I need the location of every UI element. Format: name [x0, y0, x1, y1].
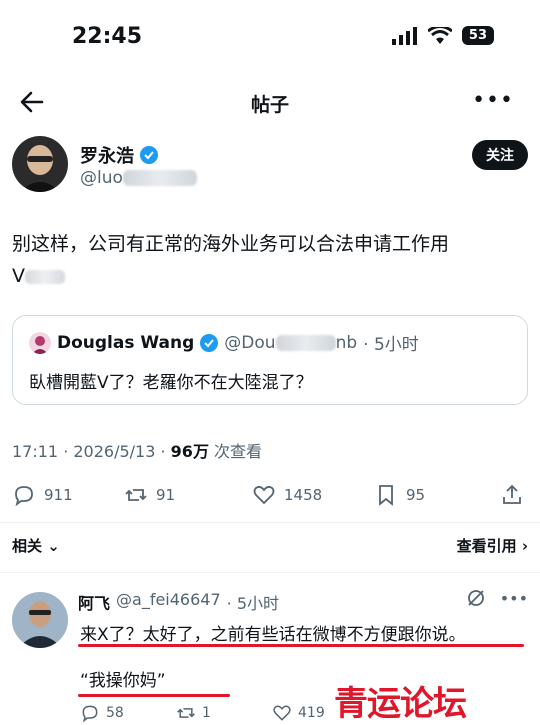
reply-like-count: 419 [298, 705, 325, 721]
related-row: 相关 ⌄ 查看引用 › [12, 535, 528, 557]
status-icons: 53 [391, 26, 494, 45]
divider [0, 522, 540, 523]
bookmark-action[interactable]: 95 [374, 483, 500, 507]
tweet-text-line2: V [12, 260, 532, 292]
reply-text-line2: “我操你妈” [80, 671, 166, 691]
repost-count: 91 [156, 486, 176, 504]
reply-action[interactable]: 911 [12, 483, 124, 507]
author-name[interactable]: 罗永浩 [80, 142, 134, 168]
reply-author-name[interactable]: 阿飞 [78, 590, 110, 614]
quoted-author-handle: @Dou nb [224, 333, 357, 353]
like-count: 1458 [284, 486, 323, 504]
author-name-row[interactable]: 罗永浩 [80, 142, 158, 168]
post-author: 罗永浩 @luo 关注 [12, 136, 528, 196]
repost-icon [125, 489, 147, 501]
redacted-handle [275, 334, 336, 351]
reply-repost-count: 1 [202, 705, 211, 721]
quoted-author-name: Douglas Wang [57, 332, 195, 353]
quoted-tweet-time: · 5小时 [363, 335, 419, 355]
tweet-timestamp: 17:11 · 2026/5/13 · [12, 442, 171, 461]
site-watermark: 青运论坛 [334, 684, 467, 724]
reply-time: · 5小时 [226, 594, 279, 613]
reply-count: 911 [44, 486, 73, 504]
red-underline [78, 644, 524, 647]
nav-bar: 帖子 ••• [0, 80, 540, 124]
signal-icon [391, 26, 417, 45]
status-bar: 22:45 53 [0, 0, 540, 78]
wifi-icon [427, 26, 452, 44]
chevron-down-icon: ⌄ [47, 537, 60, 555]
red-underline [78, 694, 230, 697]
quoted-tweet-text: 臥槽開藍V了？老羅你不在大陸混了？ [29, 373, 313, 393]
view-label: 次查看 [208, 442, 263, 461]
battery-indicator: 53 [461, 26, 494, 45]
more-options-icon[interactable]: ••• [500, 589, 528, 608]
repost-icon [177, 708, 195, 718]
like-action[interactable]: 1458 [252, 483, 374, 507]
reply-author-handle[interactable]: @a_fei46647 [116, 590, 221, 614]
redacted-text [25, 269, 65, 284]
related-dropdown[interactable]: 相关 ⌄ [12, 535, 60, 556]
tweet-actions: 911 91 1458 95 [12, 482, 528, 508]
repost-action[interactable]: 91 [124, 483, 252, 507]
grok-icon[interactable] [466, 588, 486, 608]
status-time: 22:45 [72, 24, 143, 49]
verified-badge-icon [200, 333, 219, 352]
reply-header: 阿飞 @a_fei46647 · 5小时 [78, 590, 279, 614]
page-title: 帖子 [250, 94, 289, 116]
reply-icon [15, 486, 33, 507]
tweet-text: 别这样，公司有正常的海外业务可以合法申请工作用 V [12, 228, 532, 292]
quoted-handle-prefix: @Dou [224, 332, 276, 353]
verified-badge-icon [140, 146, 158, 164]
share-icon [503, 484, 521, 504]
reply-reply-count: 58 [106, 705, 124, 721]
quoted-tweet[interactable]: Douglas Wang @Dou nb · 5小时 臥槽開藍V了？老羅你不在大陸… [12, 315, 528, 405]
author-avatar[interactable] [12, 136, 68, 192]
bookmark-icon [379, 485, 393, 506]
author-handle-text: @luo [80, 168, 123, 188]
view-count: 96万 [170, 442, 209, 461]
reply-icon [82, 705, 98, 723]
reply-author-avatar[interactable] [12, 592, 68, 648]
reply-text-line1: 来X了？太好了，之前有些话在微博不方便跟你说。 [80, 625, 466, 645]
redacted-handle [122, 170, 197, 186]
like-icon [273, 705, 291, 721]
bookmark-count: 95 [406, 486, 426, 504]
follow-button[interactable]: 关注 [472, 140, 528, 170]
chevron-right-icon: › [521, 537, 528, 555]
quoted-handle-suffix: nb [335, 332, 358, 353]
tweet-text-line2-prefix: V [12, 265, 25, 287]
more-options-icon[interactable]: ••• [472, 88, 514, 113]
view-quotes-label: 查看引用 [456, 537, 517, 555]
reply-menu: ••• [466, 588, 528, 608]
quoted-author-avatar [29, 331, 51, 354]
share-action[interactable] [500, 483, 524, 507]
quoted-tweet-header: Douglas Wang @Dou nb · 5小时 [29, 330, 419, 355]
author-handle[interactable]: @luo [80, 168, 197, 188]
related-label: 相关 [12, 537, 43, 555]
reply-reply-action[interactable]: 58 [80, 703, 176, 723]
tweet-meta: 17:11 · 2026/5/13 · 96万 次查看 [12, 438, 262, 462]
tweet-text-line1: 别这样，公司有正常的海外业务可以合法申请工作用 [12, 233, 450, 255]
like-icon [253, 485, 275, 505]
reply-repost-action[interactable]: 1 [176, 703, 272, 723]
view-quotes-link[interactable]: 查看引用 › [457, 535, 528, 556]
divider [0, 572, 540, 573]
